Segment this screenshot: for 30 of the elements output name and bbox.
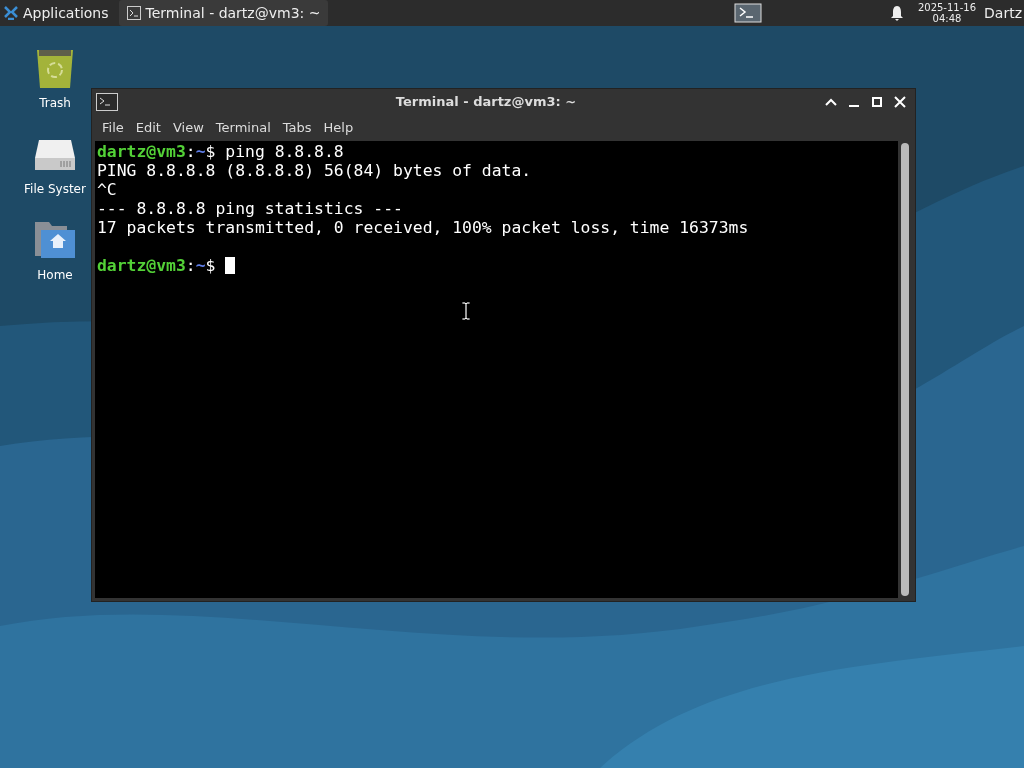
desktop-icon[interactable]: Trash [31, 44, 79, 110]
clock-time: 04:48 [932, 13, 962, 24]
window-title: Terminal - dartz@vm3: ~ [394, 94, 578, 109]
terminal-icon [126, 6, 141, 20]
close-button[interactable] [893, 94, 907, 109]
prompt-line: dartz@vm3:~$ [97, 256, 896, 275]
output-line: 17 packets transmitted, 0 received, 100% packet loss, time 16373ms [97, 218, 750, 237]
desktop-icon[interactable]: Home [31, 216, 79, 282]
output-line: PING 8.8.8.8 (8.8.8.8) 56(84) bytes of data. [97, 161, 533, 180]
menu-item[interactable]: Tabs [276, 118, 318, 137]
user-menu[interactable]: Dartz [982, 0, 1024, 26]
notification-bell-icon[interactable] [889, 5, 904, 21]
prompt-line: dartz@vm3:~$ ping 8.8.8.8 [97, 142, 345, 161]
maximize-button[interactable] [870, 94, 884, 109]
output-line: --- 8.8.8.8 ping statistics --- [97, 199, 404, 218]
terminal-icon [96, 92, 118, 111]
terminal-area[interactable]: dartz@vm3:~$ ping 8.8.8.8 PING 8.8.8.8 (8.8.8.8) 56(84) bytes of data. ^C --- 8.8.8.8 ping statistics --- 17 packets transmitted, 0 received, 100% packet loss, time 16373ms dartz@vm3:~$ [95, 141, 898, 598]
output-line: ^C [97, 180, 118, 199]
menu-item[interactable]: Edit [129, 118, 167, 137]
mouse-ibeam-icon [461, 301, 471, 321]
menu-item[interactable]: Terminal [209, 118, 277, 137]
desktop-icon[interactable]: File Syster [24, 130, 86, 196]
scrollbar[interactable] [901, 143, 909, 596]
menu-item[interactable]: Help [317, 118, 360, 137]
applications-menu[interactable]: Applications [0, 0, 115, 26]
workspace-terminal-icon[interactable] [733, 3, 762, 23]
clock-date: 2025-11-16 [917, 2, 977, 13]
menu-item[interactable]: View [166, 118, 210, 137]
taskbar-button[interactable]: Terminal - dartz@vm3: ~ [118, 0, 329, 26]
menu-item[interactable]: File [96, 118, 130, 137]
